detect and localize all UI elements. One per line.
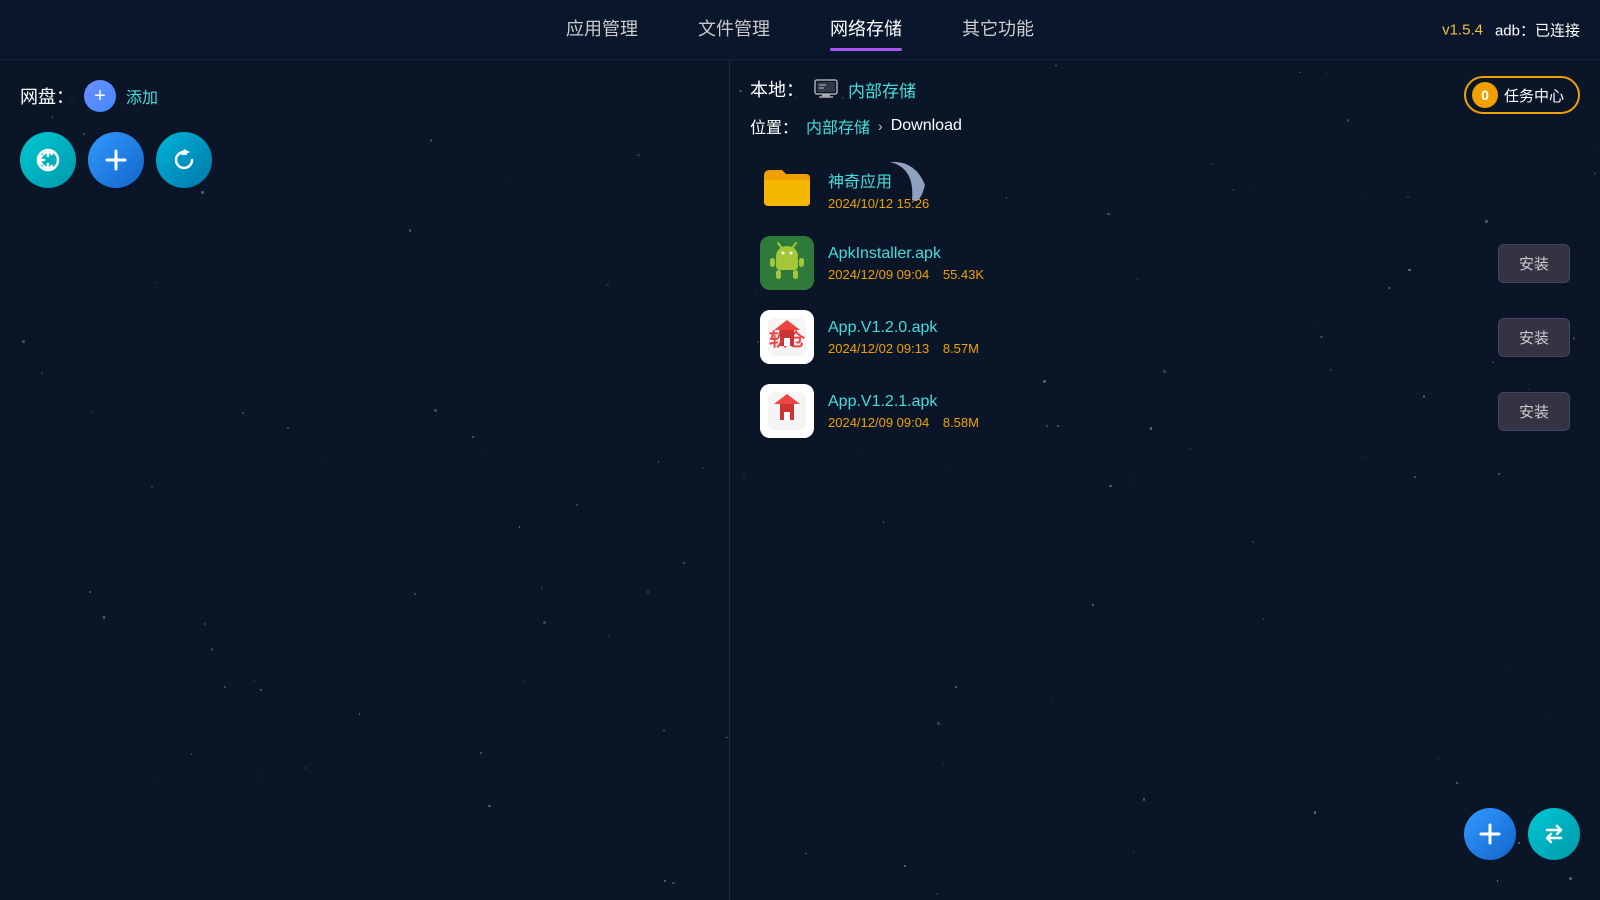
add-cloud-label[interactable]: 添加 bbox=[126, 84, 158, 108]
file-item-folder[interactable]: 神奇应用 2024/10/12 15:26 bbox=[750, 154, 1580, 224]
install-appv120-button[interactable]: 安装 bbox=[1498, 318, 1570, 357]
panel-header: 网盘： + 添加 bbox=[20, 80, 709, 112]
local-header: 本地： 内部存储 bbox=[750, 76, 1580, 102]
apkinstaller-name: ApkInstaller.apk bbox=[828, 245, 1498, 263]
nav-net-storage[interactable]: 网络存储 bbox=[830, 15, 902, 45]
folder-date: 2024/10/12 15:26 bbox=[828, 196, 1570, 211]
nav-items: 应用管理 文件管理 网络存储 其它功能 bbox=[566, 15, 1034, 45]
apkinstaller-info: ApkInstaller.apk 2024/12/09 09:04 55.43K bbox=[828, 245, 1498, 282]
right-panel: 本地： 内部存储 0 任务中心 位置： 内部存储 › D bbox=[730, 60, 1600, 900]
apk-installer-icon bbox=[760, 236, 814, 290]
file-item-appv121[interactable]: App.V1.2.1.apk 2024/12/09 09:04 8.58M 安装 bbox=[750, 376, 1580, 446]
install-appv121-button[interactable]: 安装 bbox=[1498, 392, 1570, 431]
app-v121-icon bbox=[760, 384, 814, 438]
appv120-name: App.V1.2.0.apk bbox=[828, 319, 1498, 337]
panel-title: 网盘： bbox=[20, 83, 74, 109]
add-file-button[interactable] bbox=[88, 132, 144, 188]
apkinstaller-meta: 2024/12/09 09:04 55.43K bbox=[828, 267, 1498, 282]
appv120-meta: 2024/12/02 09:13 8.57M bbox=[828, 341, 1498, 356]
appv121-name: App.V1.2.1.apk bbox=[828, 393, 1498, 411]
refresh-button[interactable] bbox=[156, 132, 212, 188]
right-add-button[interactable] bbox=[1464, 808, 1516, 860]
appv121-info: App.V1.2.1.apk 2024/12/09 09:04 8.58M bbox=[828, 393, 1498, 430]
app-v120-icon: 软仓 bbox=[760, 310, 814, 364]
right-transfer-button[interactable] bbox=[1528, 808, 1580, 860]
sync-button[interactable] bbox=[20, 132, 76, 188]
file-item-appv120[interactable]: 软仓 App.V1.2.0.apk 2024/12/02 09:13 8.57M… bbox=[750, 302, 1580, 372]
folder-name: 神奇应用 bbox=[828, 168, 1570, 192]
appv120-info: App.V1.2.0.apk 2024/12/02 09:13 8.57M bbox=[828, 319, 1498, 356]
action-buttons bbox=[20, 132, 709, 188]
task-center-button[interactable]: 0 任务中心 bbox=[1464, 76, 1580, 114]
top-nav: 应用管理 文件管理 网络存储 其它功能 v1.5.4 adb：已连接 bbox=[0, 0, 1600, 60]
breadcrumb-current: Download bbox=[891, 117, 962, 135]
add-cloud-button[interactable]: + bbox=[84, 80, 116, 112]
adb-status: adb：已连接 bbox=[1495, 19, 1580, 40]
nav-app-mgr[interactable]: 应用管理 bbox=[566, 15, 638, 45]
appv121-meta: 2024/12/09 09:04 8.58M bbox=[828, 415, 1498, 430]
nav-file-mgr[interactable]: 文件管理 bbox=[698, 15, 770, 45]
task-center-label: 任务中心 bbox=[1504, 85, 1564, 106]
install-apkinstaller-button[interactable]: 安装 bbox=[1498, 244, 1570, 283]
breadcrumb-label: 位置： bbox=[750, 114, 798, 138]
left-panel: 网盘： + 添加 bbox=[0, 60, 730, 900]
file-item-apkinstaller[interactable]: ApkInstaller.apk 2024/12/09 09:04 55.43K… bbox=[750, 228, 1580, 298]
breadcrumb-root[interactable]: 内部存储 bbox=[806, 114, 870, 138]
folder-icon bbox=[760, 162, 814, 216]
local-label: 本地： bbox=[750, 76, 804, 102]
right-action-buttons bbox=[1464, 808, 1580, 860]
main-content: 网盘： + 添加 bbox=[0, 60, 1600, 900]
breadcrumb-separator: › bbox=[878, 118, 883, 134]
top-right-info: v1.5.4 adb：已连接 bbox=[1442, 19, 1580, 40]
file-folder-info: 神奇应用 2024/10/12 15:26 bbox=[828, 168, 1570, 211]
task-badge-count: 0 bbox=[1472, 82, 1498, 108]
version-label: v1.5.4 bbox=[1442, 21, 1483, 38]
nav-other-func[interactable]: 其它功能 bbox=[962, 15, 1034, 45]
breadcrumb: 位置： 内部存储 › Download bbox=[750, 114, 1580, 138]
storage-name: 内部存储 bbox=[848, 77, 916, 102]
file-list: 神奇应用 2024/10/12 15:26 bbox=[750, 154, 1580, 446]
storage-icon bbox=[814, 79, 838, 99]
